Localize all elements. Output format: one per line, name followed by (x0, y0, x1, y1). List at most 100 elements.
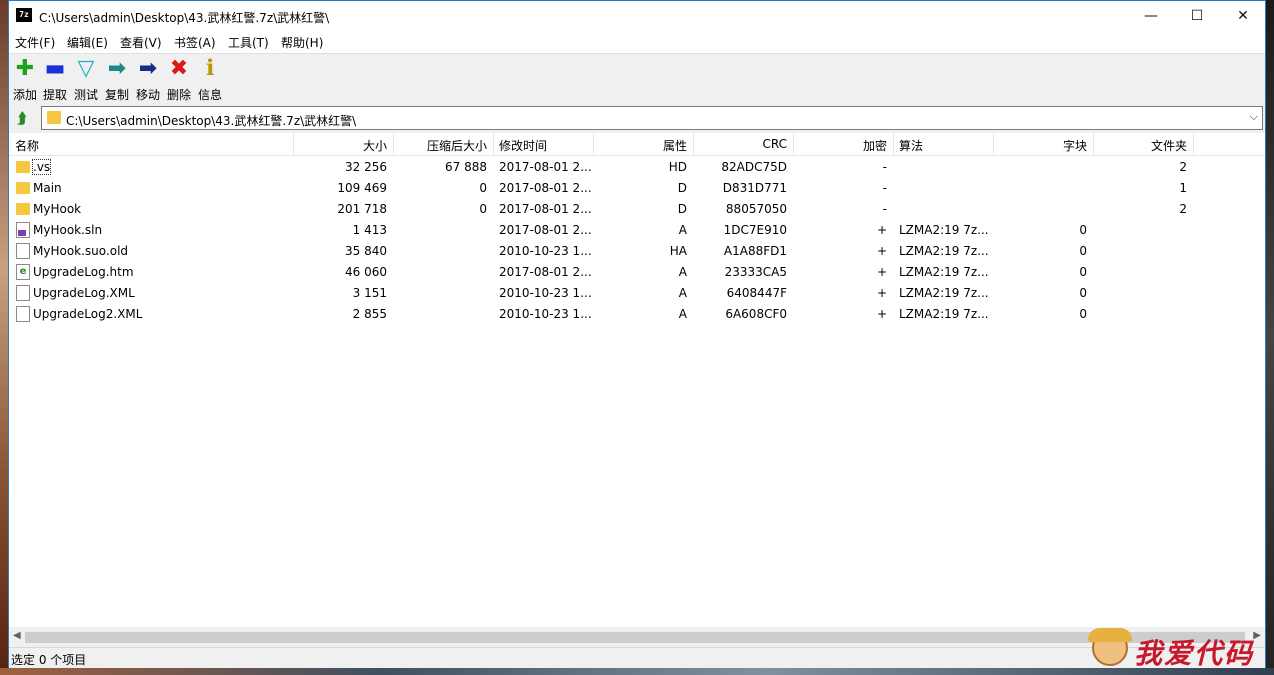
close-button[interactable]: ✕ (1220, 1, 1266, 31)
cell-crc: 6408447F (726, 286, 787, 300)
test-label: 测试 (73, 88, 98, 102)
column-separator[interactable] (1193, 133, 1194, 155)
column-separator[interactable] (993, 133, 994, 155)
add-button[interactable]: ✚ 添加 (10, 56, 40, 102)
table-row[interactable]: e UpgradeLog.htm 46 060 2017-08-01 2... A 233… (9, 262, 1265, 283)
column-separator[interactable] (893, 133, 894, 155)
cell-attributes: A (678, 265, 687, 279)
folder-icon (16, 182, 30, 194)
column-separator[interactable] (493, 133, 494, 155)
cell-name: UpgradeLog.htm (33, 265, 134, 279)
extract-button[interactable]: ▬ 提取 (40, 56, 70, 102)
address-path: C:\Users\admin\Desktop\43.武林红警.7z\武林红警\ (66, 114, 357, 128)
cell-encrypted: + (876, 286, 887, 300)
cell-name: MyHook.suo.old (33, 244, 129, 258)
visual-studio-solution-icon (16, 222, 30, 238)
cell-attributes: A (678, 286, 687, 300)
cell-block: 0 (1079, 223, 1087, 237)
column-block[interactable]: 字块 (999, 137, 1087, 154)
cell-packed-size: 0 (479, 202, 487, 216)
add-label: 添加 (12, 88, 37, 102)
menu-edit[interactable]: 编辑(E) (67, 34, 108, 51)
table-row[interactable]: UpgradeLog.XML 3 151 2010-10-23 1... A 64084… (9, 283, 1265, 304)
column-encrypted[interactable]: 加密 (799, 137, 887, 154)
info-button[interactable]: ℹ 信息 (195, 56, 225, 102)
column-attributes[interactable]: 属性 (599, 137, 687, 154)
cell-attributes: D (677, 202, 687, 216)
chevron-down-icon[interactable]: ⌵ (1250, 110, 1258, 124)
add-icon: ✚ (15, 56, 35, 81)
table-row[interactable]: Main 109 469 0 2017-08-01 2... D D831D771 - 1 (9, 178, 1265, 199)
cell-folders: 2 (1179, 160, 1187, 174)
menu-view[interactable]: 查看(V) (120, 34, 162, 51)
menu-tools[interactable]: 工具(T) (228, 34, 269, 51)
column-separator[interactable] (593, 133, 594, 155)
cell-name: MyHook (33, 202, 82, 216)
minimize-button[interactable]: — (1128, 1, 1174, 31)
menu-file[interactable]: 文件(F) (15, 34, 55, 51)
column-separator[interactable] (793, 133, 794, 155)
column-size[interactable]: 大小 (299, 137, 387, 154)
desktop-background-bottom (0, 668, 1274, 675)
cell-crc: 1DC7E910 (723, 223, 787, 237)
7zip-app-icon: 7z (16, 8, 32, 22)
move-button[interactable]: ➡ 移动 (133, 56, 163, 102)
cell-encrypted: + (876, 265, 887, 279)
cell-crc: 88057050 (725, 202, 787, 216)
column-separator[interactable] (393, 133, 394, 155)
column-packed-size[interactable]: 压缩后大小 (399, 137, 487, 154)
horizontal-scrollbar[interactable]: ◀ ▶ (9, 629, 1265, 646)
extract-label: 提取 (42, 88, 67, 102)
cell-block: 0 (1079, 307, 1087, 321)
table-row[interactable]: MyHook 201 718 0 2017-08-01 2... D 88057050 - 2 (9, 199, 1265, 220)
menu-help[interactable]: 帮助(H) (281, 34, 323, 51)
column-separator[interactable] (1093, 133, 1094, 155)
cell-encrypted: - (882, 160, 887, 174)
cell-modified: 2017-08-01 2... (499, 181, 592, 195)
cell-attributes: A (678, 223, 687, 237)
status-bar: 选定 0 个项目 (9, 647, 1265, 668)
cell-method: LZMA2:19 7z... (899, 286, 989, 300)
test-button[interactable]: ▽ 测试 (71, 56, 101, 102)
copy-button[interactable]: ➡ 复制 (102, 56, 132, 102)
column-folders[interactable]: 文件夹 (1099, 137, 1187, 154)
cell-modified: 2017-08-01 2... (499, 223, 592, 237)
cell-size: 3 151 (352, 286, 387, 300)
cell-method: LZMA2:19 7z... (899, 265, 989, 279)
folder-icon (16, 161, 30, 173)
menu-bookmarks[interactable]: 书签(A) (174, 34, 216, 51)
address-bar: ⮭ C:\Users\admin\Desktop\43.武林红警.7z\武林红警… (9, 105, 1265, 131)
column-separator[interactable] (693, 133, 694, 155)
column-crc[interactable]: CRC (699, 137, 788, 151)
up-folder-button[interactable]: ⮭ (11, 107, 33, 129)
scrollbar-thumb[interactable] (25, 632, 1245, 643)
column-modified[interactable]: 修改时间 (499, 137, 547, 154)
cell-modified: 2010-10-23 1... (499, 286, 592, 300)
table-row[interactable]: UpgradeLog2.XML 2 855 2010-10-23 1... A 6A60… (9, 304, 1265, 325)
menu-bar: 文件(F) 编辑(E) 查看(V) 书签(A) 工具(T) 帮助(H) (9, 31, 1265, 53)
extract-icon: ▬ (44, 56, 66, 81)
copy-icon: ➡ (107, 56, 127, 81)
file-icon (16, 243, 30, 259)
column-header: 名称 大小 压缩后大小 修改时间 属性 CRC 加密 算法 字块 文件夹 (9, 133, 1265, 156)
cell-name: UpgradeLog2.XML (33, 307, 143, 321)
cell-packed-size: 0 (479, 181, 487, 195)
cell-name: MyHook.sln (33, 223, 103, 237)
delete-button[interactable]: ✖ 删除 (164, 56, 194, 102)
column-name[interactable]: 名称 (15, 137, 39, 154)
cell-crc: 82ADC75D (721, 160, 787, 174)
address-input[interactable]: C:\Users\admin\Desktop\43.武林红警.7z\武林红警\ … (41, 106, 1263, 130)
table-row[interactable]: MyHook.suo.old 35 840 2010-10-23 1... HA A1A… (9, 241, 1265, 262)
table-row[interactable]: .vs 32 256 67 888 2017-08-01 2... HD 82ADC75D… (9, 157, 1265, 178)
up-arrow-icon: ⮭ (17, 109, 27, 127)
column-separator[interactable] (293, 133, 294, 155)
cell-attributes: HD (668, 160, 687, 174)
test-icon: ▽ (77, 56, 95, 81)
table-row[interactable]: MyHook.sln 1 413 2017-08-01 2... A 1DC7E910 +… (9, 220, 1265, 241)
scroll-left-icon[interactable]: ◀ (13, 630, 21, 641)
column-method[interactable]: 算法 (899, 137, 923, 154)
cell-crc: A1A88FD1 (723, 244, 787, 258)
cell-crc: 6A608CF0 (725, 307, 787, 321)
cell-encrypted: - (882, 181, 887, 195)
maximize-button[interactable]: ☐ (1174, 1, 1220, 31)
